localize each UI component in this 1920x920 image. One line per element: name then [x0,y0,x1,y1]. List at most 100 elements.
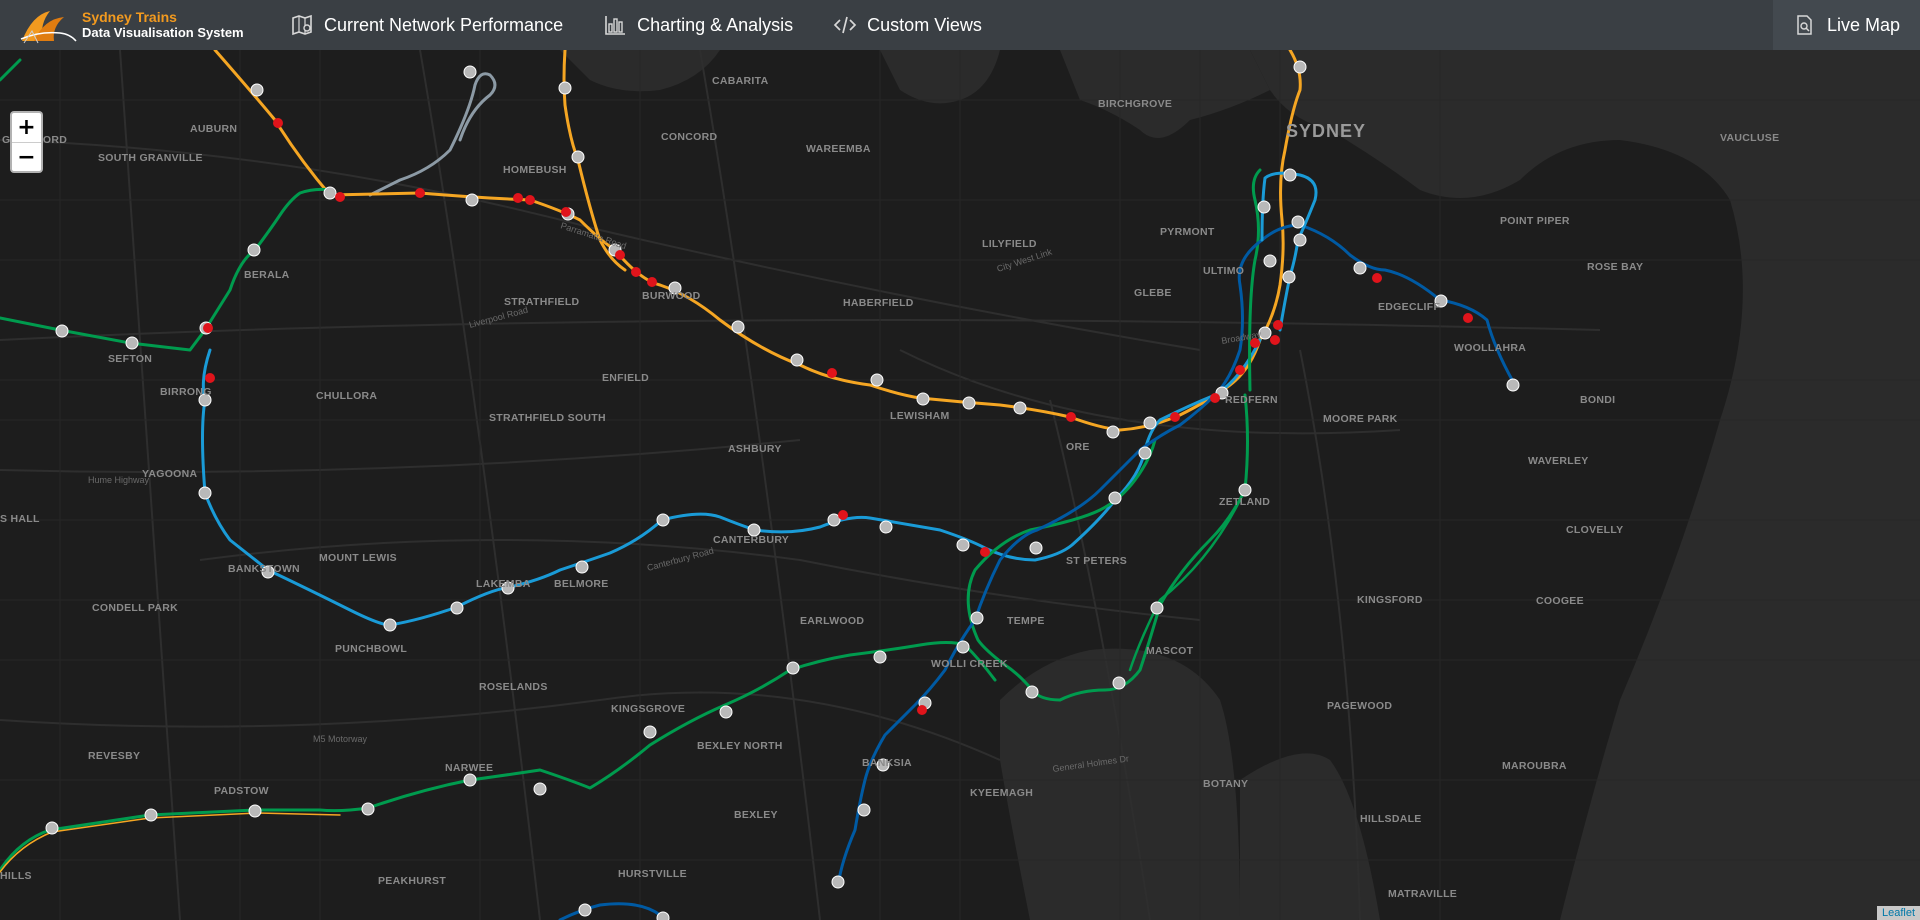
delayed-train-marker[interactable] [615,250,625,260]
delayed-train-marker[interactable] [1210,393,1220,403]
station-marker[interactable] [656,513,670,527]
suburb-label: PAGEWOOD [1327,700,1392,712]
suburb-label: MOUNT LEWIS [319,552,397,564]
suburb-label: CANTERBURY [713,534,789,546]
live-network-map[interactable]: SYDNEY CABARITA BIRCHGROVE AUBURN CONCOR… [0,50,1920,920]
station-marker[interactable] [1112,676,1126,690]
station-marker[interactable] [1138,446,1152,460]
delayed-train-marker[interactable] [1372,273,1382,283]
station-marker[interactable] [323,186,337,200]
station-marker[interactable] [970,611,984,625]
station-marker[interactable] [533,782,547,796]
station-marker[interactable] [558,81,572,95]
delayed-train-marker[interactable] [561,207,571,217]
station-marker[interactable] [962,396,976,410]
station-marker[interactable] [144,808,158,822]
station-marker[interactable] [248,804,262,818]
delayed-train-marker[interactable] [647,277,657,287]
station-marker[interactable] [1291,215,1305,229]
station-marker[interactable] [250,83,264,97]
station-marker[interactable] [1150,601,1164,615]
suburb-label: EDGECLIFF [1378,301,1440,313]
nav-live-map[interactable]: Live Map [1772,0,1920,50]
station-marker[interactable] [956,640,970,654]
station-marker[interactable] [1106,425,1120,439]
station-marker[interactable] [656,911,670,920]
nav-custom-views[interactable]: Custom Views [813,0,1002,50]
delayed-train-marker[interactable] [1273,320,1283,330]
station-marker[interactable] [45,821,59,835]
delayed-train-marker[interactable] [1463,313,1473,323]
suburb-label: LAKEMBA [476,578,531,590]
delayed-train-marker[interactable] [1235,365,1245,375]
station-marker[interactable] [1025,685,1039,699]
zoom-out-button[interactable]: − [12,142,41,171]
delayed-train-marker[interactable] [205,373,215,383]
delayed-train-marker[interactable] [273,118,283,128]
station-marker[interactable] [879,520,893,534]
delayed-train-marker[interactable] [1170,412,1180,422]
zoom-in-button[interactable]: + [12,113,41,142]
delayed-train-marker[interactable] [980,547,990,557]
station-marker[interactable] [831,875,845,889]
station-marker[interactable] [1506,378,1520,392]
station-marker[interactable] [450,601,464,615]
station-marker[interactable] [731,320,745,334]
station-marker[interactable] [1263,254,1277,268]
station-marker[interactable] [1013,401,1027,415]
delayed-train-marker[interactable] [631,267,641,277]
map-canvas[interactable]: SYDNEY CABARITA BIRCHGROVE AUBURN CONCOR… [0,50,1920,920]
station-marker[interactable] [1143,416,1157,430]
station-marker[interactable] [125,336,139,350]
station-marker[interactable] [361,802,375,816]
station-marker[interactable] [571,150,585,164]
station-marker[interactable] [55,324,69,338]
map-attribution-link[interactable]: Leaflet [1876,906,1920,920]
delayed-train-marker[interactable] [838,510,848,520]
station-marker[interactable] [1029,541,1043,555]
delayed-train-marker[interactable] [203,323,213,333]
station-marker[interactable] [1108,491,1122,505]
suburb-label: ZETLAND [1219,496,1270,508]
station-marker[interactable] [790,353,804,367]
delayed-train-marker[interactable] [335,192,345,202]
station-marker[interactable] [463,65,477,79]
delayed-train-marker[interactable] [415,188,425,198]
station-marker[interactable] [1282,270,1296,284]
station-marker[interactable] [247,243,261,257]
station-marker[interactable] [463,773,477,787]
nav-current-network-performance[interactable]: Current Network Performance [270,0,583,50]
station-marker[interactable] [1238,483,1252,497]
suburb-label: CONCORD [661,131,717,143]
station-marker[interactable] [873,650,887,664]
station-marker[interactable] [1283,168,1297,182]
station-marker[interactable] [719,705,733,719]
delayed-train-marker[interactable] [1066,412,1076,422]
station-marker[interactable] [198,486,212,500]
suburb-label: TEMPE [1007,615,1045,627]
nav-charting-analysis[interactable]: Charting & Analysis [583,0,813,50]
delayed-train-marker[interactable] [917,705,927,715]
station-marker[interactable] [1353,261,1367,275]
delayed-train-marker[interactable] [525,195,535,205]
delayed-train-marker[interactable] [513,193,523,203]
station-marker[interactable] [1257,200,1271,214]
station-marker[interactable] [916,392,930,406]
station-marker[interactable] [870,373,884,387]
road-label: Hume Highway [88,475,150,485]
station-marker[interactable] [1293,60,1307,74]
station-marker[interactable] [575,560,589,574]
station-marker[interactable] [465,193,479,207]
brand-logo[interactable]: Sydney Trains Data Visualisation System [0,0,270,50]
station-marker[interactable] [643,725,657,739]
station-marker[interactable] [383,618,397,632]
station-marker[interactable] [578,903,592,917]
suburb-label: ROSELANDS [479,681,548,693]
suburb-label: NARWEE [445,762,493,774]
station-marker[interactable] [956,538,970,552]
station-marker[interactable] [857,803,871,817]
delayed-train-marker[interactable] [1270,335,1280,345]
station-marker[interactable] [1293,233,1307,247]
station-marker[interactable] [786,661,800,675]
delayed-train-marker[interactable] [827,368,837,378]
